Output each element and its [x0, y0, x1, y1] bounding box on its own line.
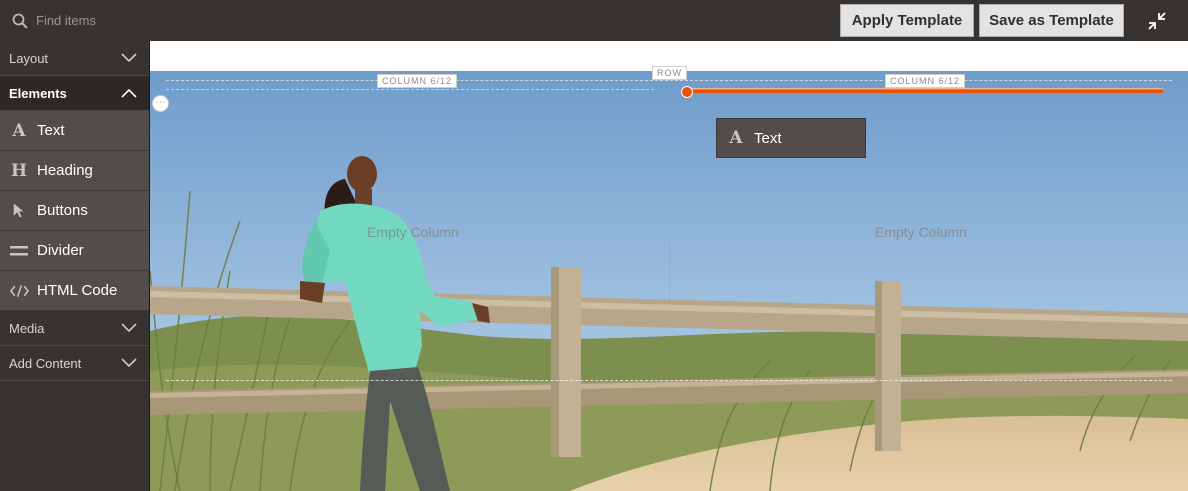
drop-indicator-dot — [681, 86, 693, 98]
section-label: Media — [9, 320, 45, 336]
section-label: Layout — [9, 50, 49, 66]
search-icon — [12, 13, 28, 29]
chevron-down-icon — [121, 323, 137, 333]
section-label: Elements — [9, 85, 67, 101]
column-outline — [166, 89, 654, 90]
save-as-template-button[interactable]: Save as Template — [979, 4, 1124, 37]
column-resize-handle[interactable]: ⋯ — [152, 95, 169, 112]
dragging-element-text[interactable]: A Text — [716, 118, 866, 158]
section-add-content[interactable]: Add Content — [0, 346, 149, 381]
chevron-up-icon — [121, 88, 137, 98]
text-icon: A — [12, 120, 26, 141]
empty-column-text: Empty Column — [875, 224, 967, 240]
row-label[interactable]: ROW — [652, 66, 687, 80]
drop-indicator-line — [690, 88, 1163, 89]
heading-icon: H — [10, 160, 28, 181]
element-label: HTML Code — [37, 282, 118, 299]
element-heading[interactable]: H Heading — [0, 151, 149, 191]
section-media[interactable]: Media — [0, 311, 149, 346]
empty-column-text: Empty Column — [367, 224, 459, 240]
search-input[interactable] — [36, 13, 146, 28]
section-label: Add Content — [9, 355, 82, 371]
apply-template-button[interactable]: Apply Template — [840, 4, 974, 37]
row-outline — [166, 80, 1172, 81]
column-label[interactable]: COLUMN 6/12 — [377, 74, 458, 88]
collapse-fullscreen-icon[interactable] — [1146, 10, 1168, 32]
row-bottom-outline — [166, 380, 1172, 381]
element-buttons[interactable]: Buttons — [0, 191, 149, 231]
element-label: Heading — [37, 162, 93, 179]
section-elements[interactable]: Elements — [0, 76, 149, 111]
text-icon: A — [729, 128, 743, 148]
panel-sidebar: Layout Elements A Text H Heading Buttons… — [0, 41, 150, 491]
search-box[interactable] — [0, 0, 150, 41]
column-divider — [669, 89, 670, 304]
drop-indicator — [686, 90, 1163, 93]
chevron-down-icon — [121, 53, 137, 63]
top-toolbar: Apply Template Save as Template — [0, 0, 1188, 41]
chevron-down-icon — [121, 358, 137, 368]
dragging-element-label: Text — [754, 129, 782, 147]
code-icon — [9, 281, 29, 301]
element-label: Buttons — [37, 202, 88, 219]
column-label[interactable]: COLUMN 6/12 — [885, 74, 966, 88]
stage-canvas: ROW COLUMN 6/12 COLUMN 6/12 Empty Column… — [150, 41, 1188, 491]
element-html-code[interactable]: HTML Code — [0, 271, 149, 311]
element-label: Text — [37, 122, 65, 139]
divider-icon — [9, 241, 29, 261]
cursor-icon — [9, 201, 29, 221]
element-label: Divider — [37, 242, 84, 259]
element-divider[interactable]: Divider — [0, 231, 149, 271]
element-text[interactable]: A Text — [0, 111, 149, 151]
section-layout[interactable]: Layout — [0, 41, 149, 76]
